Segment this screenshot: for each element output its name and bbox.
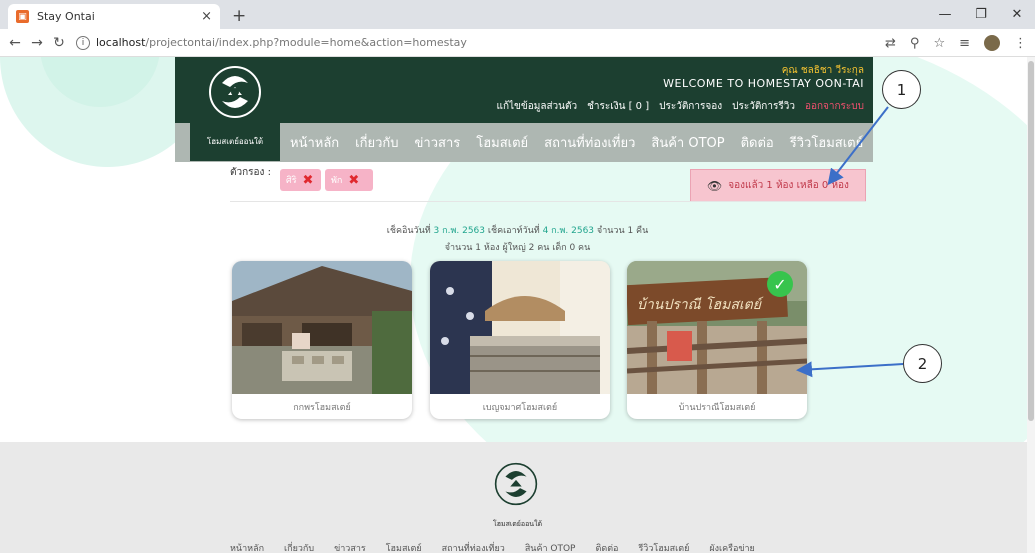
logo-text: โฮมสเตย์ออนใต้	[206, 137, 264, 146]
nav-item-homestay[interactable]: โฮมสเตย์	[476, 132, 528, 153]
footer-logo-icon	[494, 462, 538, 506]
annotation-callout: 1	[882, 70, 921, 109]
tab-title: Stay Ontai	[37, 10, 95, 23]
booked-status-badge[interactable]: 👁 จองแล้ว 1 ห้อง เหลือ 0 ห้อง	[690, 169, 866, 202]
menu-icon[interactable]: ⋮	[1014, 36, 1027, 51]
footer-nav: หน้าหลัก เกี่ยวกับ ข่าวสาร โฮมสเตย์ สถาน…	[230, 541, 755, 553]
stay-dates: เช็คอินวันที่ 3 ก.พ. 2563 เช็คเอาท์วันที…	[0, 223, 1035, 237]
eye-icon: 👁	[707, 178, 723, 193]
close-tab-icon[interactable]: ×	[201, 9, 212, 24]
nav-item-attractions[interactable]: สถานที่ท่องเที่ยว	[544, 132, 635, 153]
main-nav: หน้าหลัก เกี่ยวกับ ข่าวสาร โฮมสเตย์ สถาน…	[290, 132, 863, 153]
divider	[230, 201, 866, 202]
url-host: localhost	[96, 36, 146, 49]
nav-item-about[interactable]: เกี่ยวกับ	[355, 132, 398, 153]
logout-link[interactable]: ออกจากระบบ	[805, 99, 864, 114]
footer-link-contact[interactable]: ติดต่อ	[596, 541, 619, 553]
new-tab-button[interactable]: +	[232, 6, 246, 26]
annotation-callout: 2	[903, 344, 942, 383]
homestay-card[interactable]: กกพรโฮมสเตย์	[232, 261, 412, 419]
browser-tab[interactable]: ▣ Stay Ontai ×	[8, 4, 220, 29]
site-logo[interactable]: โฮมสเตย์ออนใต้	[190, 57, 280, 161]
site-favicon-icon: ▣	[16, 10, 29, 23]
close-window-icon[interactable]: ✕	[999, 0, 1035, 29]
url-path: /projectontai/index.php?module=home&acti…	[145, 36, 467, 49]
nav-item-home[interactable]: หน้าหลัก	[290, 132, 339, 153]
maximize-icon[interactable]: ❐	[963, 0, 999, 29]
filter-chip[interactable]: ศิริ ✖	[280, 169, 321, 191]
checkout-date: 4 ก.พ. 2563	[542, 226, 595, 236]
back-icon[interactable]: ←	[4, 35, 26, 51]
homestay-name: บ้านปราณีโฮมสเตย์	[678, 402, 756, 413]
footer-link-reviews[interactable]: รีวิวโฮมสเตย์	[638, 541, 689, 553]
checkin-label: เช็คอินวันที่	[386, 226, 431, 236]
reading-list-icon[interactable]: ≡	[959, 36, 970, 51]
filter-chip-label: พัก	[331, 176, 343, 186]
footer-link-network[interactable]: ผังเครือข่าย	[709, 541, 754, 553]
footer-link-news[interactable]: ข่าวสาร	[334, 541, 366, 553]
browser-tab-bar: ▣ Stay Ontai × + — ❐ ✕	[0, 0, 1035, 29]
sign-text: บ้านปราณี โฮมสเตย์	[637, 296, 764, 313]
checkin-date: 3 ก.พ. 2563	[433, 226, 486, 236]
payment-link[interactable]: ชำระเงิน [ 0 ]	[587, 99, 649, 114]
window-controls: — ❐ ✕	[927, 0, 1035, 29]
footer-link-attractions[interactable]: สถานที่ท่องเที่ยว	[442, 541, 505, 553]
zoom-icon[interactable]: ⚲	[910, 36, 920, 51]
welcome-text: WELCOME TO HOMESTAY OON-TAI	[663, 77, 864, 90]
url-field[interactable]: i localhost /projectontai/index.php?modu…	[76, 35, 467, 50]
nav-item-otop[interactable]: สินค้า OTOP	[651, 132, 724, 153]
homestay-name: เบญจมาศโฮมสเตย์	[482, 402, 558, 413]
nav-item-reviews[interactable]: รีวิวโฮมสเตย์	[790, 132, 864, 153]
site-header: โฮมสเตย์ออนใต้ คุณ ชลธิชา วีระกุล WELCOM…	[175, 57, 873, 162]
bookmark-star-icon[interactable]: ☆	[933, 36, 945, 51]
scrollbar[interactable]	[1027, 57, 1035, 553]
footer-link-otop[interactable]: สินค้า OTOP	[525, 541, 576, 553]
profile-avatar[interactable]	[984, 35, 1000, 51]
guest-summary: จำนวน 1 ห้อง ผู้ใหญ่ 2 คน เด็ก 0 คน	[444, 243, 591, 253]
filter-label: ตัวกรอง :	[230, 167, 271, 178]
booked-status-text: จองแล้ว 1 ห้อง เหลือ 0 ห้อง	[728, 180, 849, 191]
nights-count: จำนวน 1 คืน	[596, 226, 649, 236]
scrollbar-thumb[interactable]	[1028, 61, 1034, 421]
edit-profile-link[interactable]: แก้ไขข้อมูลส่วนตัว	[497, 99, 578, 114]
review-history-link[interactable]: ประวัติการรีวิว	[732, 99, 795, 114]
homestay-photo: บ้านปราณี โฮมสเตย์ ✓	[627, 261, 807, 394]
user-name: คุณ ชลธิชา วีระกุล	[781, 65, 864, 76]
footer-logo-text: โฮมสเตย์ออนใต้	[492, 520, 543, 528]
homestay-name: กกพรโฮมสเตย์	[293, 402, 351, 413]
remove-filter-icon[interactable]: ✖	[348, 173, 359, 188]
checkout-label: เช็คเอาท์วันที่	[487, 226, 540, 236]
forward-icon[interactable]: →	[26, 35, 48, 51]
site-footer: โฮมสเตย์ออนใต้ หน้าหลัก เกี่ยวกับ ข่าวสา…	[0, 442, 1035, 553]
footer-link-homestay[interactable]: โฮมสเตย์	[386, 541, 422, 553]
nav-item-news[interactable]: ข่าวสาร	[415, 132, 461, 153]
footer-link-about[interactable]: เกี่ยวกับ	[284, 541, 314, 553]
site-info-icon[interactable]: i	[76, 35, 90, 50]
selected-check-icon: ✓	[767, 271, 793, 297]
homestay-photo	[232, 261, 412, 394]
logo-emblem-icon	[209, 66, 261, 118]
translate-icon[interactable]: ⇄	[885, 36, 896, 51]
homestay-photo	[430, 261, 610, 394]
filter-chip-label: ศิริ	[286, 176, 297, 186]
remove-filter-icon[interactable]: ✖	[303, 173, 314, 188]
minimize-icon[interactable]: —	[927, 0, 963, 29]
address-bar: ← → ↻ i localhost /projectontai/index.ph…	[0, 29, 1035, 57]
footer-link-home[interactable]: หน้าหลัก	[230, 541, 264, 553]
browser-actions: ⇄ ⚲ ☆ ≡ ⋮	[885, 29, 1027, 57]
filter-chip[interactable]: พัก ✖	[325, 169, 373, 191]
page-viewport: โฮมสเตย์ออนใต้ คุณ ชลธิชา วีระกุล WELCOM…	[0, 57, 1035, 553]
nav-item-contact[interactable]: ติดต่อ	[741, 132, 774, 153]
reload-icon[interactable]: ↻	[48, 35, 70, 51]
booking-history-link[interactable]: ประวัติการจอง	[659, 99, 722, 114]
account-links: แก้ไขข้อมูลส่วนตัว ชำระเงิน [ 0 ] ประวัต…	[497, 99, 864, 114]
homestay-card[interactable]: บ้านปราณี โฮมสเตย์ ✓ บ้านปราณีโฮมสเตย์	[627, 261, 807, 419]
homestay-card[interactable]: เบญจมาศโฮมสเตย์	[430, 261, 610, 419]
